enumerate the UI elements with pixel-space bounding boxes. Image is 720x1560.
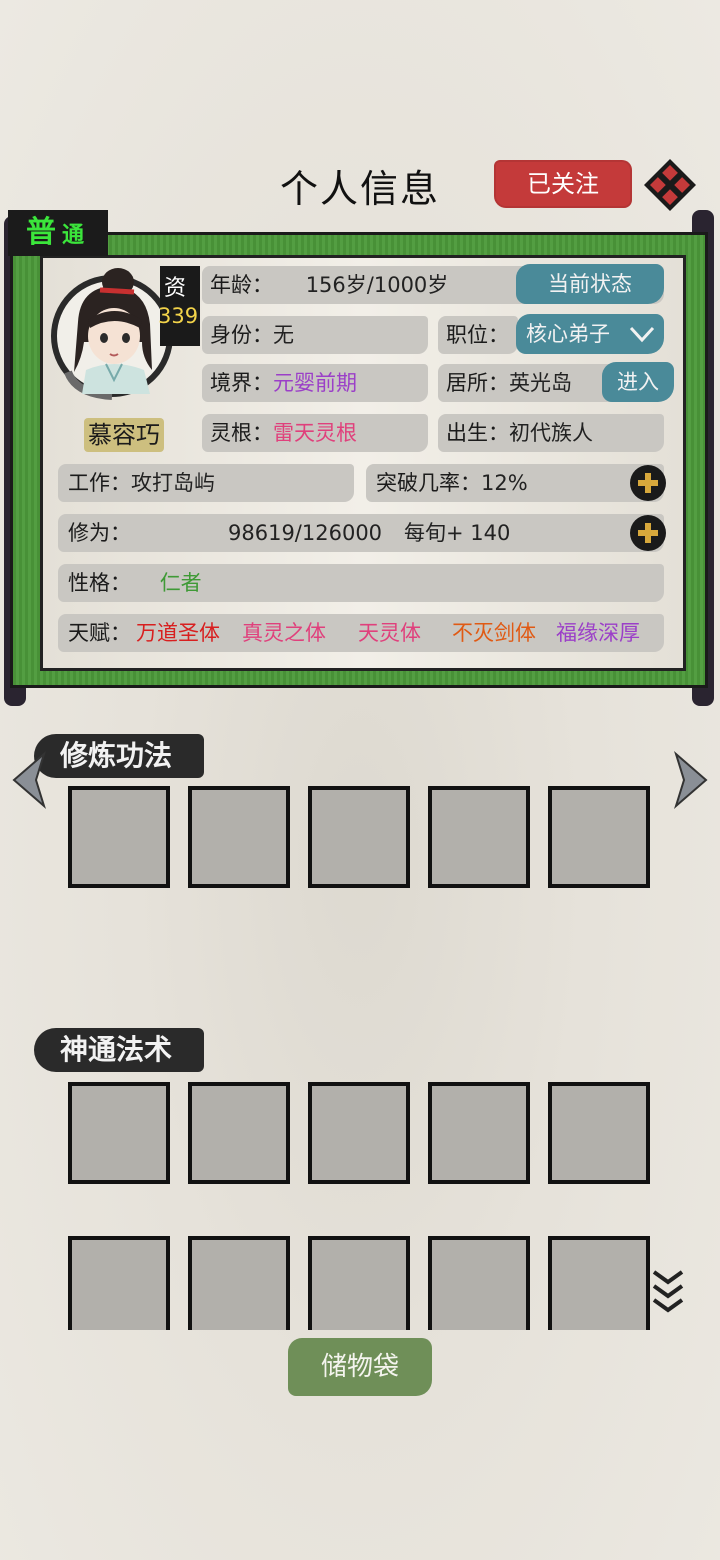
work-label: 工作： — [68, 471, 131, 495]
techniques-section-title: 修炼功法 — [34, 734, 204, 778]
expand-down-icon[interactable] — [648, 1268, 688, 1316]
follow-button[interactable]: 已关注 — [494, 160, 632, 208]
spell-slot[interactable] — [548, 1236, 650, 1330]
birth-label: 出生： — [446, 421, 509, 445]
position-dropdown[interactable]: 核心弟子 — [516, 314, 664, 354]
personality-field: 性格： 仁者 — [58, 564, 664, 602]
talent-label: 天赋： — [68, 621, 131, 645]
work-value: 攻打岛屿 — [131, 471, 215, 495]
spell-slot[interactable] — [188, 1236, 290, 1330]
character-avatar[interactable] — [46, 262, 176, 402]
status-button[interactable]: 当前状态 — [516, 264, 664, 304]
realm-value: 元婴前期 — [273, 371, 357, 395]
spell-slot[interactable] — [68, 1082, 170, 1184]
position-label: 职位： — [446, 323, 509, 347]
identity-field: 身份：无 — [202, 316, 428, 354]
talents-field: 天赋： 万道圣体 真灵之体 天灵体 不灭剑体 福缘深厚 — [58, 614, 664, 652]
talent-item[interactable]: 天灵体 — [358, 614, 421, 652]
talent-item[interactable]: 福缘深厚 — [556, 614, 640, 652]
position-value: 核心弟子 — [526, 322, 610, 346]
spell-slot[interactable] — [308, 1236, 410, 1330]
close-button[interactable] — [642, 157, 698, 213]
arrow-left-icon[interactable] — [8, 750, 48, 810]
spell-slot[interactable] — [428, 1082, 530, 1184]
spells-section-title: 神通法术 — [34, 1028, 204, 1072]
breakthrough-value: 12% — [481, 471, 528, 495]
technique-slot[interactable] — [308, 786, 410, 888]
age-value: 156岁/1000岁 — [305, 273, 449, 297]
breakthrough-field: 突破几率：12% — [366, 464, 664, 502]
spell-slot[interactable] — [68, 1236, 170, 1330]
cultivation-value: 98619/126000 — [228, 521, 383, 545]
aptitude-label: 资 — [164, 276, 187, 301]
residence-label: 居所： — [446, 371, 509, 395]
character-name: 慕容巧 — [84, 418, 164, 452]
personality-value: 仁者 — [159, 571, 202, 595]
spell-slot[interactable] — [188, 1082, 290, 1184]
age-label: 年龄： — [210, 273, 273, 297]
cultivation-field: 修为： 98619/126000 每旬+ 140 — [58, 514, 664, 552]
cultivation-plus-button[interactable] — [630, 515, 666, 551]
rank-secondary: 通 — [62, 223, 85, 248]
birth-value: 初代族人 — [509, 421, 593, 445]
root-field: 灵根：雷天灵根 — [202, 414, 428, 452]
cultivation-rate: 每旬+ 140 — [404, 521, 511, 545]
work-field: 工作：攻打岛屿 — [58, 464, 354, 502]
talent-item[interactable]: 真灵之体 — [242, 614, 326, 652]
personality-label: 性格： — [68, 571, 131, 595]
aptitude-value: 339 — [158, 304, 199, 328]
spell-slot[interactable] — [428, 1236, 530, 1330]
residence-value: 英光岛 — [509, 371, 572, 395]
talent-item[interactable]: 万道圣体 — [136, 614, 220, 652]
technique-slot[interactable] — [68, 786, 170, 888]
technique-slot[interactable] — [188, 786, 290, 888]
identity-label: 身份： — [210, 323, 273, 347]
rank-primary: 普 — [26, 215, 56, 250]
arrow-right-icon[interactable] — [672, 750, 712, 810]
portrait-icon — [51, 268, 173, 400]
realm-field: 境界：元婴前期 — [202, 364, 428, 402]
realm-label: 境界： — [210, 371, 273, 395]
rank-badge: 普通 — [8, 210, 108, 256]
storage-bag-button[interactable]: 储物袋 — [288, 1338, 432, 1396]
technique-slot[interactable] — [428, 786, 530, 888]
spell-slot[interactable] — [308, 1082, 410, 1184]
identity-value: 无 — [273, 323, 294, 347]
breakthrough-plus-button[interactable] — [630, 465, 666, 501]
position-field: 职位： — [438, 316, 518, 354]
birth-field: 出生：初代族人 — [438, 414, 664, 452]
chevron-down-icon — [629, 326, 655, 343]
root-label: 灵根： — [210, 421, 273, 445]
root-value: 雷天灵根 — [273, 421, 357, 445]
technique-slot[interactable] — [548, 786, 650, 888]
enter-residence-button[interactable]: 进入 — [602, 362, 674, 402]
cultivation-label: 修为： — [68, 521, 131, 545]
breakthrough-label: 突破几率： — [376, 471, 481, 495]
spell-slot[interactable] — [548, 1082, 650, 1184]
talent-item[interactable]: 不灭剑体 — [452, 614, 536, 652]
close-icon — [644, 159, 696, 211]
